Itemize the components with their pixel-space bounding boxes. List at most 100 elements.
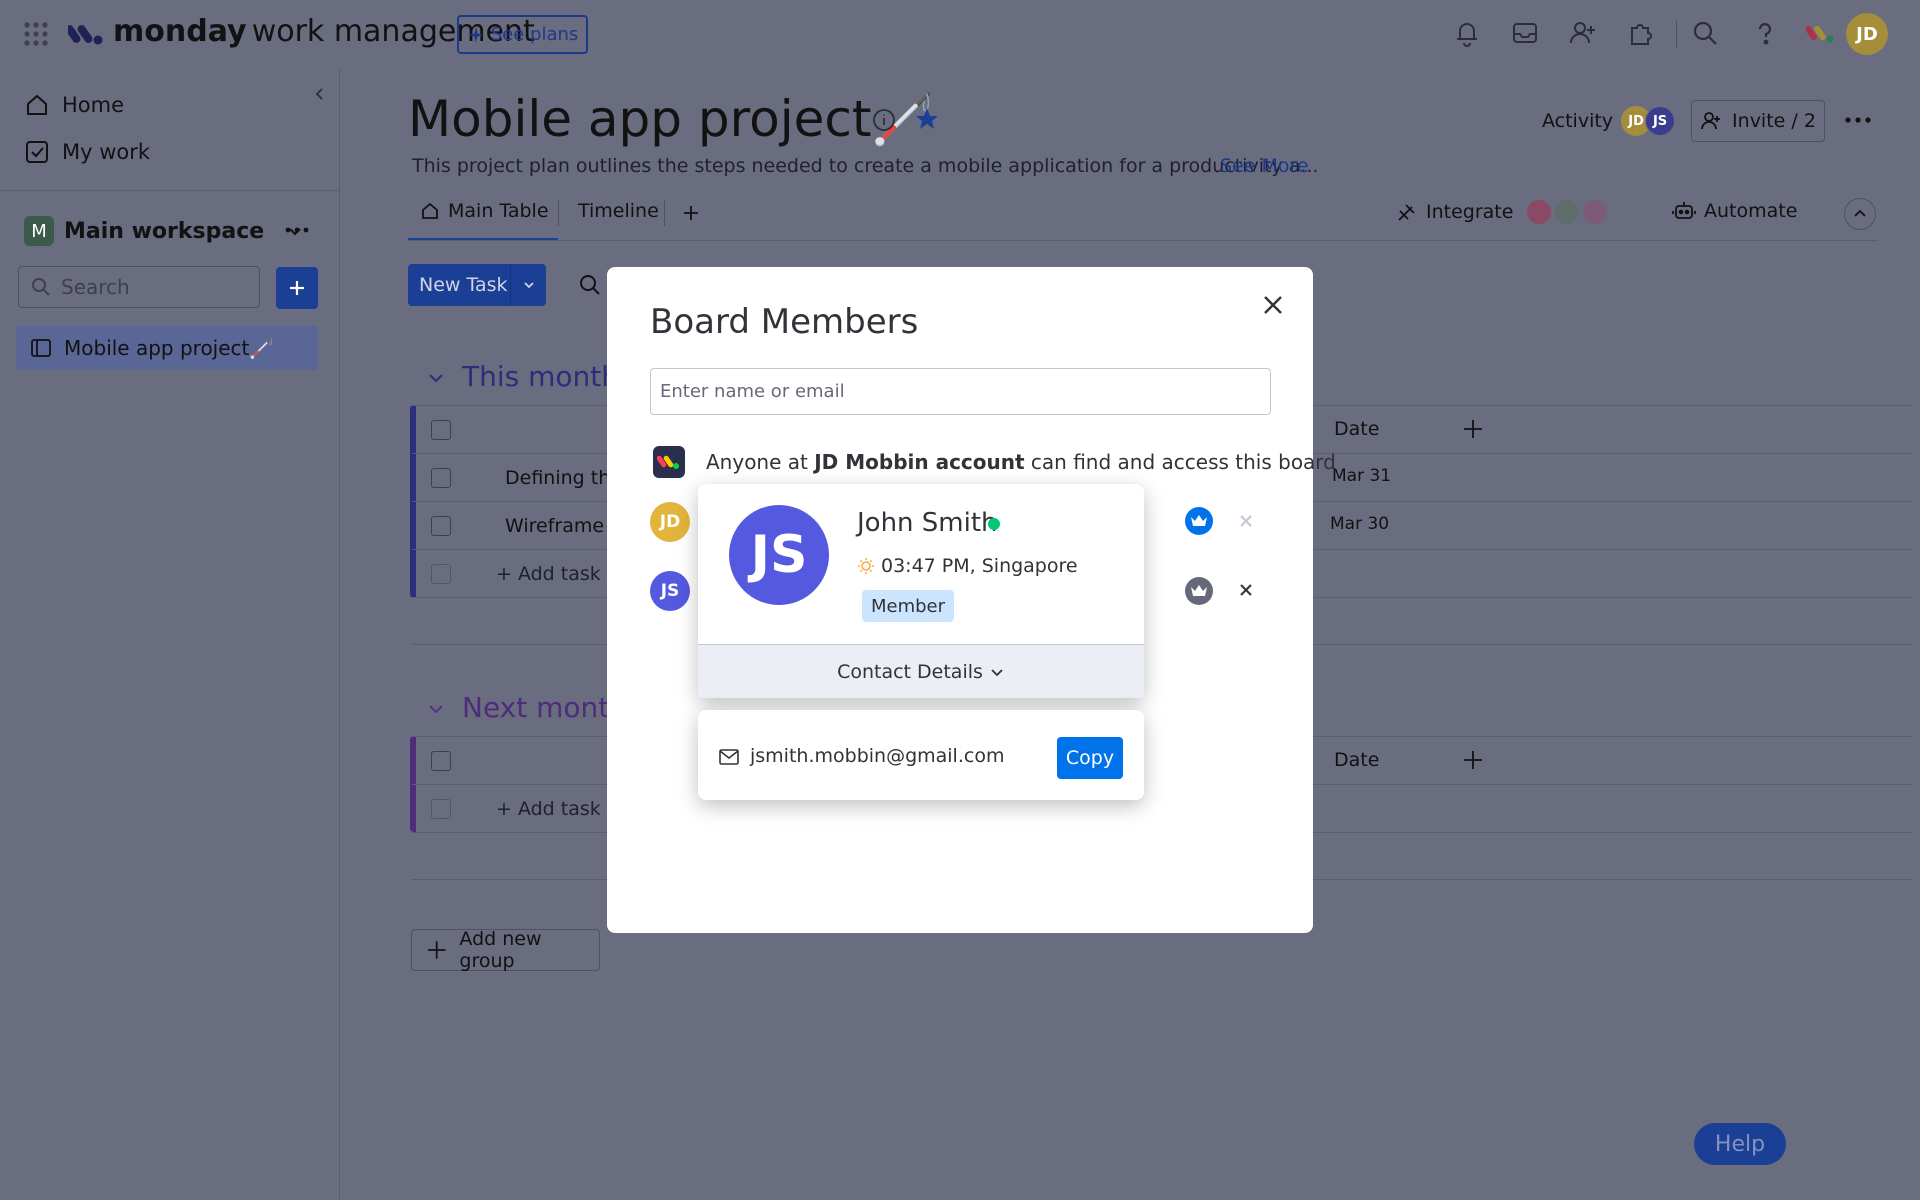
close-icon[interactable]: [1260, 292, 1286, 318]
add-column-icon[interactable]: [1462, 418, 1484, 440]
collapse-header-button[interactable]: [1844, 198, 1876, 230]
row-checkbox: [431, 563, 451, 584]
copy-email-button[interactable]: Copy: [1057, 737, 1123, 779]
user-avatar[interactable]: JD: [1846, 13, 1888, 55]
see-more-link[interactable]: See More: [1220, 155, 1309, 177]
tab-divider: [558, 200, 559, 226]
workspace-selector[interactable]: M Main workspace: [24, 216, 304, 246]
add-task-label[interactable]: + Add task: [496, 563, 601, 585]
bell-icon[interactable]: [1452, 18, 1482, 48]
row-checkbox[interactable]: [431, 515, 451, 536]
sidebar-search-input[interactable]: Search: [18, 266, 260, 308]
invite-button[interactable]: Invite / 2: [1691, 100, 1825, 142]
add-column-icon[interactable]: [1462, 749, 1484, 771]
monday-logo-icon: [68, 20, 104, 48]
profile-local-time: 03:47 PM, Singapore: [857, 555, 1078, 577]
date-column-header[interactable]: Date: [1334, 418, 1379, 440]
sidebar-item-my-work[interactable]: My work: [24, 139, 150, 165]
chevron-down-icon: [989, 664, 1005, 680]
task-date[interactable]: Mar 30: [1330, 514, 1389, 534]
contact-details-toggle[interactable]: Contact Details: [698, 644, 1144, 698]
help-question-icon[interactable]: [1750, 18, 1780, 48]
profile-avatar: JS: [729, 505, 829, 605]
my-work-check-icon: [24, 139, 50, 165]
workspace-more-icon[interactable]: [284, 220, 310, 240]
board-more-icon[interactable]: [1844, 110, 1872, 130]
topbar-divider: [1676, 20, 1677, 48]
invite-label: Invite / 2: [1732, 110, 1816, 132]
new-task-dropdown[interactable]: [510, 264, 546, 306]
row-checkbox[interactable]: [431, 467, 451, 488]
sidebar-search-placeholder: Search: [61, 275, 130, 299]
date-column-header[interactable]: Date: [1334, 749, 1379, 771]
integrate-button[interactable]: Integrate: [1396, 200, 1608, 224]
collapse-sidebar-icon[interactable]: [310, 84, 330, 104]
see-plans-button[interactable]: See plans: [457, 15, 588, 54]
monday-switcher-icon[interactable]: [1806, 22, 1836, 46]
add-board-button[interactable]: [276, 267, 318, 309]
sidebar-item-home[interactable]: Home: [24, 92, 124, 118]
board-title[interactable]: Mobile app project🦯: [408, 90, 934, 149]
member-crown-icon[interactable]: [1185, 577, 1213, 605]
inbox-icon[interactable]: [1510, 18, 1540, 48]
invite-people-icon[interactable]: [1568, 18, 1598, 48]
invite-person-icon: [1700, 110, 1722, 132]
automate-label: Automate: [1704, 200, 1798, 222]
sidebar-item-label: Mobile app project🦯: [64, 336, 275, 360]
chevron-up-icon: [1854, 209, 1866, 217]
integrate-label: Integrate: [1426, 201, 1514, 223]
owner-crown-icon[interactable]: [1185, 507, 1213, 535]
sidebar-item-label: My work: [62, 140, 151, 164]
board-description: This project plan outlines the steps nee…: [412, 155, 1319, 177]
task-name[interactable]: Defining the: [505, 467, 622, 489]
member-search-input[interactable]: [650, 368, 1271, 415]
new-task-button[interactable]: New Task: [408, 264, 546, 306]
robot-icon: [1672, 200, 1696, 222]
member-avatar[interactable]: JD: [650, 502, 690, 542]
apps-grid-icon[interactable]: [22, 20, 50, 48]
task-name[interactable]: Wireframe a: [505, 515, 622, 537]
add-task-label[interactable]: + Add task: [496, 798, 601, 820]
star-favorite-icon[interactable]: [914, 106, 940, 132]
time-location-label: 03:47 PM, Singapore: [881, 555, 1078, 577]
group-collapse-icon[interactable]: [426, 699, 446, 719]
search-icon[interactable]: [1690, 18, 1720, 48]
workspace-name: Main workspace: [64, 218, 265, 244]
task-date[interactable]: Mar 31: [1332, 466, 1391, 486]
plus-icon: [290, 281, 304, 295]
home-icon: [420, 201, 440, 221]
info-icon[interactable]: [872, 108, 896, 132]
email-address[interactable]: jsmith.mobbin@gmail.com: [750, 745, 1004, 767]
group-collapse-icon[interactable]: [426, 368, 446, 388]
workspace-avatar: M: [24, 216, 54, 246]
tab-label: Timeline: [578, 200, 659, 222]
account-access-text: Anyone at JD Mobbin account can find and…: [706, 450, 1336, 474]
apps-puzzle-icon[interactable]: [1626, 18, 1656, 48]
automate-button[interactable]: Automate: [1672, 200, 1797, 222]
tab-timeline[interactable]: Timeline: [578, 200, 659, 222]
activity-button[interactable]: Activity JD JS: [1542, 106, 1676, 136]
help-button[interactable]: Help: [1694, 1123, 1786, 1165]
row-checkbox: [431, 798, 451, 819]
group-title[interactable]: This month: [462, 360, 619, 393]
select-all-checkbox[interactable]: [431, 419, 451, 440]
member-avatar[interactable]: JS: [650, 571, 690, 611]
remove-member-icon[interactable]: [1237, 512, 1255, 530]
select-all-checkbox[interactable]: [431, 750, 451, 771]
profile-name[interactable]: John Smith: [857, 508, 998, 538]
dialog-title: Board Members: [650, 302, 919, 342]
tab-label: Main Table: [448, 200, 549, 222]
sparkle-icon: [467, 26, 485, 44]
chevron-down-icon: [523, 282, 534, 289]
add-new-group-button[interactable]: Add new group: [411, 928, 600, 972]
integration-logos-icon: [1527, 200, 1608, 224]
monday-account-icon: [653, 446, 685, 478]
tab-main-table[interactable]: Main Table: [420, 200, 549, 222]
board-icon: [30, 337, 52, 359]
home-icon: [24, 92, 50, 118]
group-title[interactable]: Next month: [462, 691, 627, 724]
sidebar-item-board[interactable]: Mobile app project🦯: [16, 326, 318, 370]
remove-member-icon[interactable]: [1237, 581, 1255, 599]
add-view-icon[interactable]: [682, 204, 700, 222]
table-search-icon[interactable]: [578, 273, 602, 297]
